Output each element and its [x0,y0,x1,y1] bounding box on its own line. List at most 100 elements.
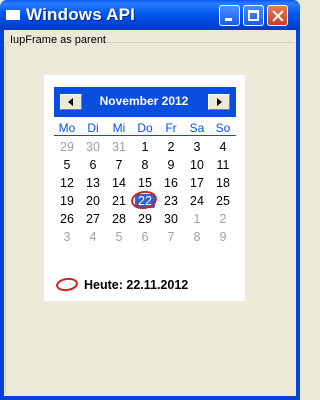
day-cell[interactable]: 21 [106,192,132,210]
day-number: 31 [112,140,126,154]
day-number: 26 [60,212,74,226]
day-cell[interactable]: 5 [106,228,132,246]
day-number: 7 [115,158,123,172]
day-cell[interactable]: 8 [184,228,210,246]
day-cell[interactable]: 30 [80,138,106,156]
day-number: 4 [219,140,227,154]
day-number: 29 [138,212,152,226]
calendar-header: November 2012 [54,87,236,117]
minimize-button[interactable] [219,5,240,26]
day-number: 1 [193,212,201,226]
day-cell[interactable]: 23 [158,192,184,210]
day-number: 8 [141,158,149,172]
day-cell[interactable]: 12 [54,174,80,192]
day-number: 14 [112,176,126,190]
weekday-label: So [215,121,231,135]
day-cell[interactable]: 10 [184,156,210,174]
day-cell[interactable]: 27 [80,210,106,228]
month-label[interactable]: November 2012 [84,94,204,108]
app-window: Windows API IupFrame as parent November … [0,0,300,400]
day-cell[interactable]: 6 [132,228,158,246]
day-number: 12 [60,176,74,190]
day-cell[interactable]: 26 [54,210,80,228]
day-number: 3 [193,140,201,154]
day-cell[interactable]: 16 [158,174,184,192]
day-number: 9 [167,158,175,172]
day-cell[interactable]: 20 [80,192,106,210]
day-cell[interactable]: 2 [210,210,236,228]
day-cell[interactable]: 13 [80,174,106,192]
day-cell[interactable]: 1 [184,210,210,228]
weekday-label: Di [87,121,99,135]
day-cell[interactable]: 5 [54,156,80,174]
day-number: 4 [89,230,97,244]
day-cell[interactable]: 18 [210,174,236,192]
day-number: 11 [216,158,230,172]
day-cell[interactable]: 7 [106,156,132,174]
day-cell[interactable]: 3 [54,228,80,246]
day-cell[interactable]: 24 [184,192,210,210]
day-cell[interactable]: 31 [106,138,132,156]
day-cell[interactable]: 19 [54,192,80,210]
day-cell[interactable]: 1 [132,138,158,156]
day-cell[interactable]: 28 [106,210,132,228]
day-number: 20 [86,194,100,208]
day-cell[interactable]: 15 [132,174,158,192]
day-number: 15 [138,176,152,190]
frame-label: IupFrame as parent [9,34,107,46]
day-number: 29 [60,140,74,154]
prev-month-button[interactable] [60,94,82,110]
today-label: Heute: 22.11.2012 [84,278,189,292]
weekday-label: Do [137,121,153,135]
weekday-label: Sa [189,121,205,135]
day-cell[interactable]: 14 [106,174,132,192]
selected-day-cell[interactable]: 22 [129,189,159,211]
day-number: 13 [86,176,100,190]
weekday-label: Mi [112,121,126,135]
day-number: 25 [216,194,230,208]
day-cell[interactable]: 2 [158,138,184,156]
calendar[interactable]: November 2012 Mo Di Mi Do Fr Sa So 29 30 31 1 2 3 4 5… [44,75,245,301]
day-number: 27 [86,212,100,226]
day-number: 9 [219,230,227,244]
day-number: 18 [216,176,230,190]
day-number: 17 [190,176,204,190]
day-number: 23 [164,194,178,208]
day-cell[interactable]: 8 [132,156,158,174]
day-number: 2 [219,212,227,226]
weekday-row: Mo Di Mi Do Fr Sa So [54,121,236,136]
day-cell[interactable]: 7 [158,228,184,246]
day-number: 10 [190,158,204,172]
day-cell[interactable]: 9 [210,228,236,246]
day-number: 16 [164,176,178,190]
day-number: 7 [167,230,175,244]
maximize-button[interactable] [243,5,264,26]
day-cell[interactable]: 6 [80,156,106,174]
day-cell[interactable]: 9 [158,156,184,174]
day-cell[interactable]: 3 [184,138,210,156]
day-cell[interactable]: 17 [184,174,210,192]
weekday-label: Fr [165,121,177,135]
title-bar[interactable]: Windows API [0,0,300,30]
next-month-button[interactable] [208,94,230,110]
today-marker-icon [55,276,79,293]
day-number: 2 [167,140,175,154]
day-cell[interactable]: 25 [210,192,236,210]
day-number: 21 [112,194,126,208]
window-icon[interactable] [6,10,20,20]
day-number: 1 [141,140,149,154]
day-cell[interactable]: 11 [210,156,236,174]
day-number: 30 [164,212,178,226]
day-number: 5 [63,158,71,172]
day-number: 5 [115,230,123,244]
day-cell[interactable]: 29 [54,138,80,156]
day-cell[interactable]: 4 [210,138,236,156]
day-cell[interactable]: 29 [132,210,158,228]
day-number: 30 [86,140,100,154]
close-button[interactable] [267,5,288,26]
day-number: 8 [193,230,201,244]
day-number: 6 [89,158,97,172]
day-number: 28 [112,212,126,226]
day-cell[interactable]: 30 [158,210,184,228]
day-cell[interactable]: 4 [80,228,106,246]
